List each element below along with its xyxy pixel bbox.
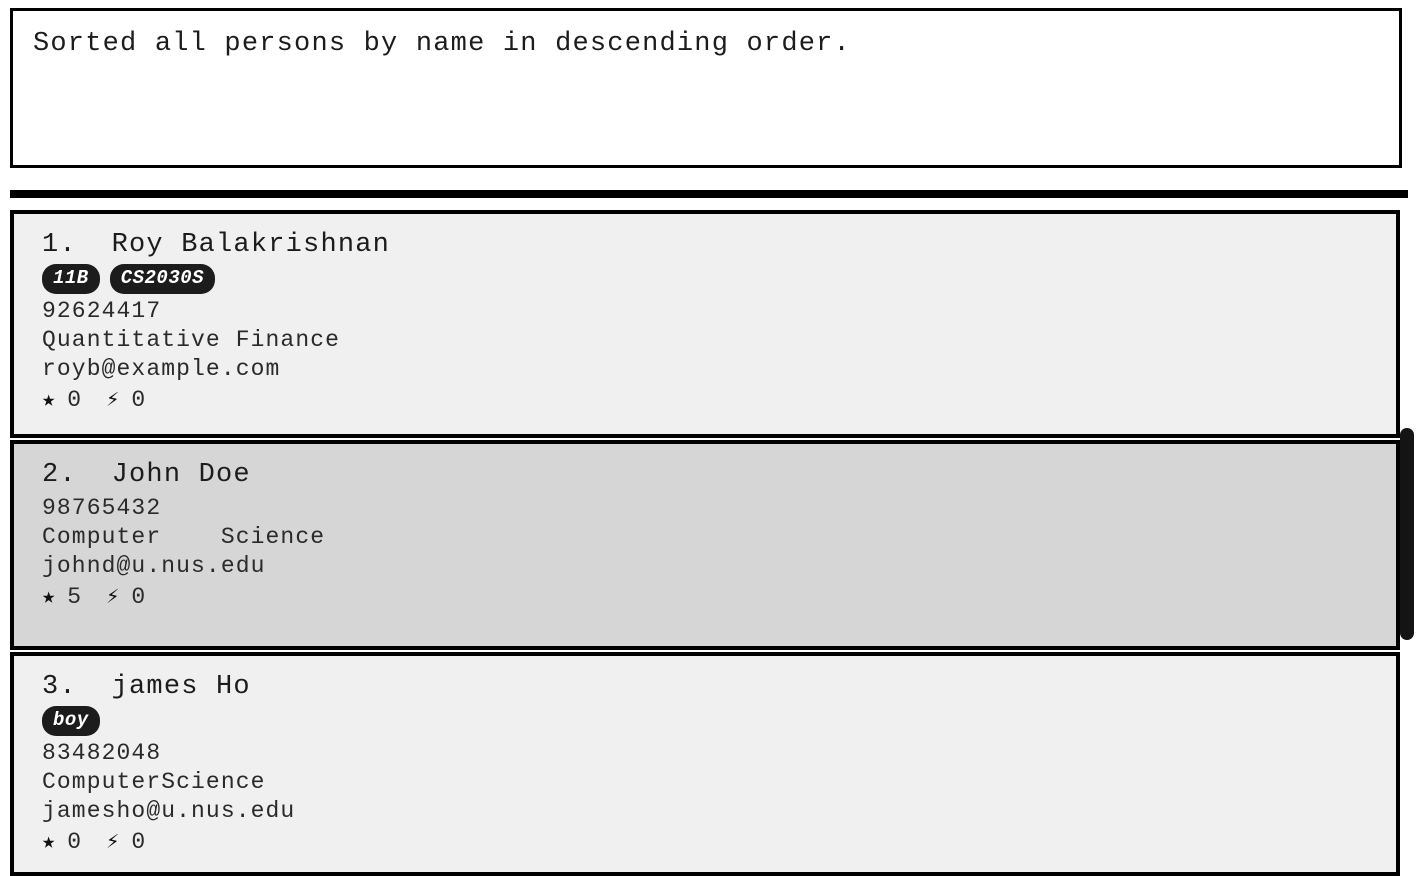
- person-stats: ★ 5 ⚡ 0: [42, 583, 1396, 612]
- star-icon: ★: [42, 388, 56, 413]
- list-scrollbar-track[interactable]: [1400, 210, 1420, 876]
- person-card[interactable]: 3. james Ho boy 83482048 ComputerScience…: [10, 652, 1400, 876]
- result-message: Sorted all persons by name in descending…: [33, 29, 851, 59]
- person-tag-list: boy: [42, 706, 1396, 736]
- person-address: Computer Science: [42, 524, 326, 550]
- bolt-icon: ⚡: [106, 585, 120, 610]
- star-count: 5: [67, 584, 83, 610]
- star-icon: ★: [42, 585, 56, 610]
- person-card[interactable]: 1. Roy Balakrishnan 11B CS2030S 92624417…: [10, 210, 1400, 438]
- person-name: 1. Roy Balakrishnan: [42, 230, 391, 260]
- person-card[interactable]: 2. John Doe 98765432 Computer Science jo…: [10, 440, 1400, 650]
- person-tag[interactable]: boy: [42, 706, 100, 736]
- list-scrollbar-thumb[interactable]: [1400, 428, 1414, 640]
- person-tag[interactable]: 11B: [42, 264, 100, 294]
- person-email: royb@example.com: [42, 356, 281, 382]
- person-stats: ★ 0 ⚡ 0: [42, 386, 1396, 415]
- section-divider: [10, 190, 1408, 198]
- person-tag-list: 11B CS2030S: [42, 264, 1396, 294]
- person-email: jamesho@u.nus.edu: [42, 798, 296, 824]
- bolt-count: 0: [131, 829, 147, 855]
- person-email: johnd@u.nus.edu: [42, 553, 266, 579]
- person-tag[interactable]: CS2030S: [109, 264, 216, 294]
- star-count: 0: [67, 829, 83, 855]
- bolt-icon: ⚡: [106, 388, 120, 413]
- person-phone: 83482048: [42, 740, 162, 766]
- result-display-box: Sorted all persons by name in descending…: [10, 8, 1402, 168]
- bolt-count: 0: [131, 584, 147, 610]
- person-name: 3. james Ho: [42, 672, 251, 702]
- person-phone: 92624417: [42, 298, 162, 324]
- bolt-icon: ⚡: [106, 830, 120, 855]
- person-address: ComputerScience: [42, 769, 266, 795]
- person-name: 2. John Doe: [42, 460, 251, 490]
- star-icon: ★: [42, 830, 56, 855]
- person-stats: ★ 0 ⚡ 0: [42, 828, 1396, 857]
- person-address: Quantitative Finance: [42, 327, 341, 353]
- person-list-panel[interactable]: 1. Roy Balakrishnan 11B CS2030S 92624417…: [10, 210, 1402, 876]
- person-phone: 98765432: [42, 495, 162, 521]
- bolt-count: 0: [131, 387, 147, 413]
- star-count: 0: [67, 387, 83, 413]
